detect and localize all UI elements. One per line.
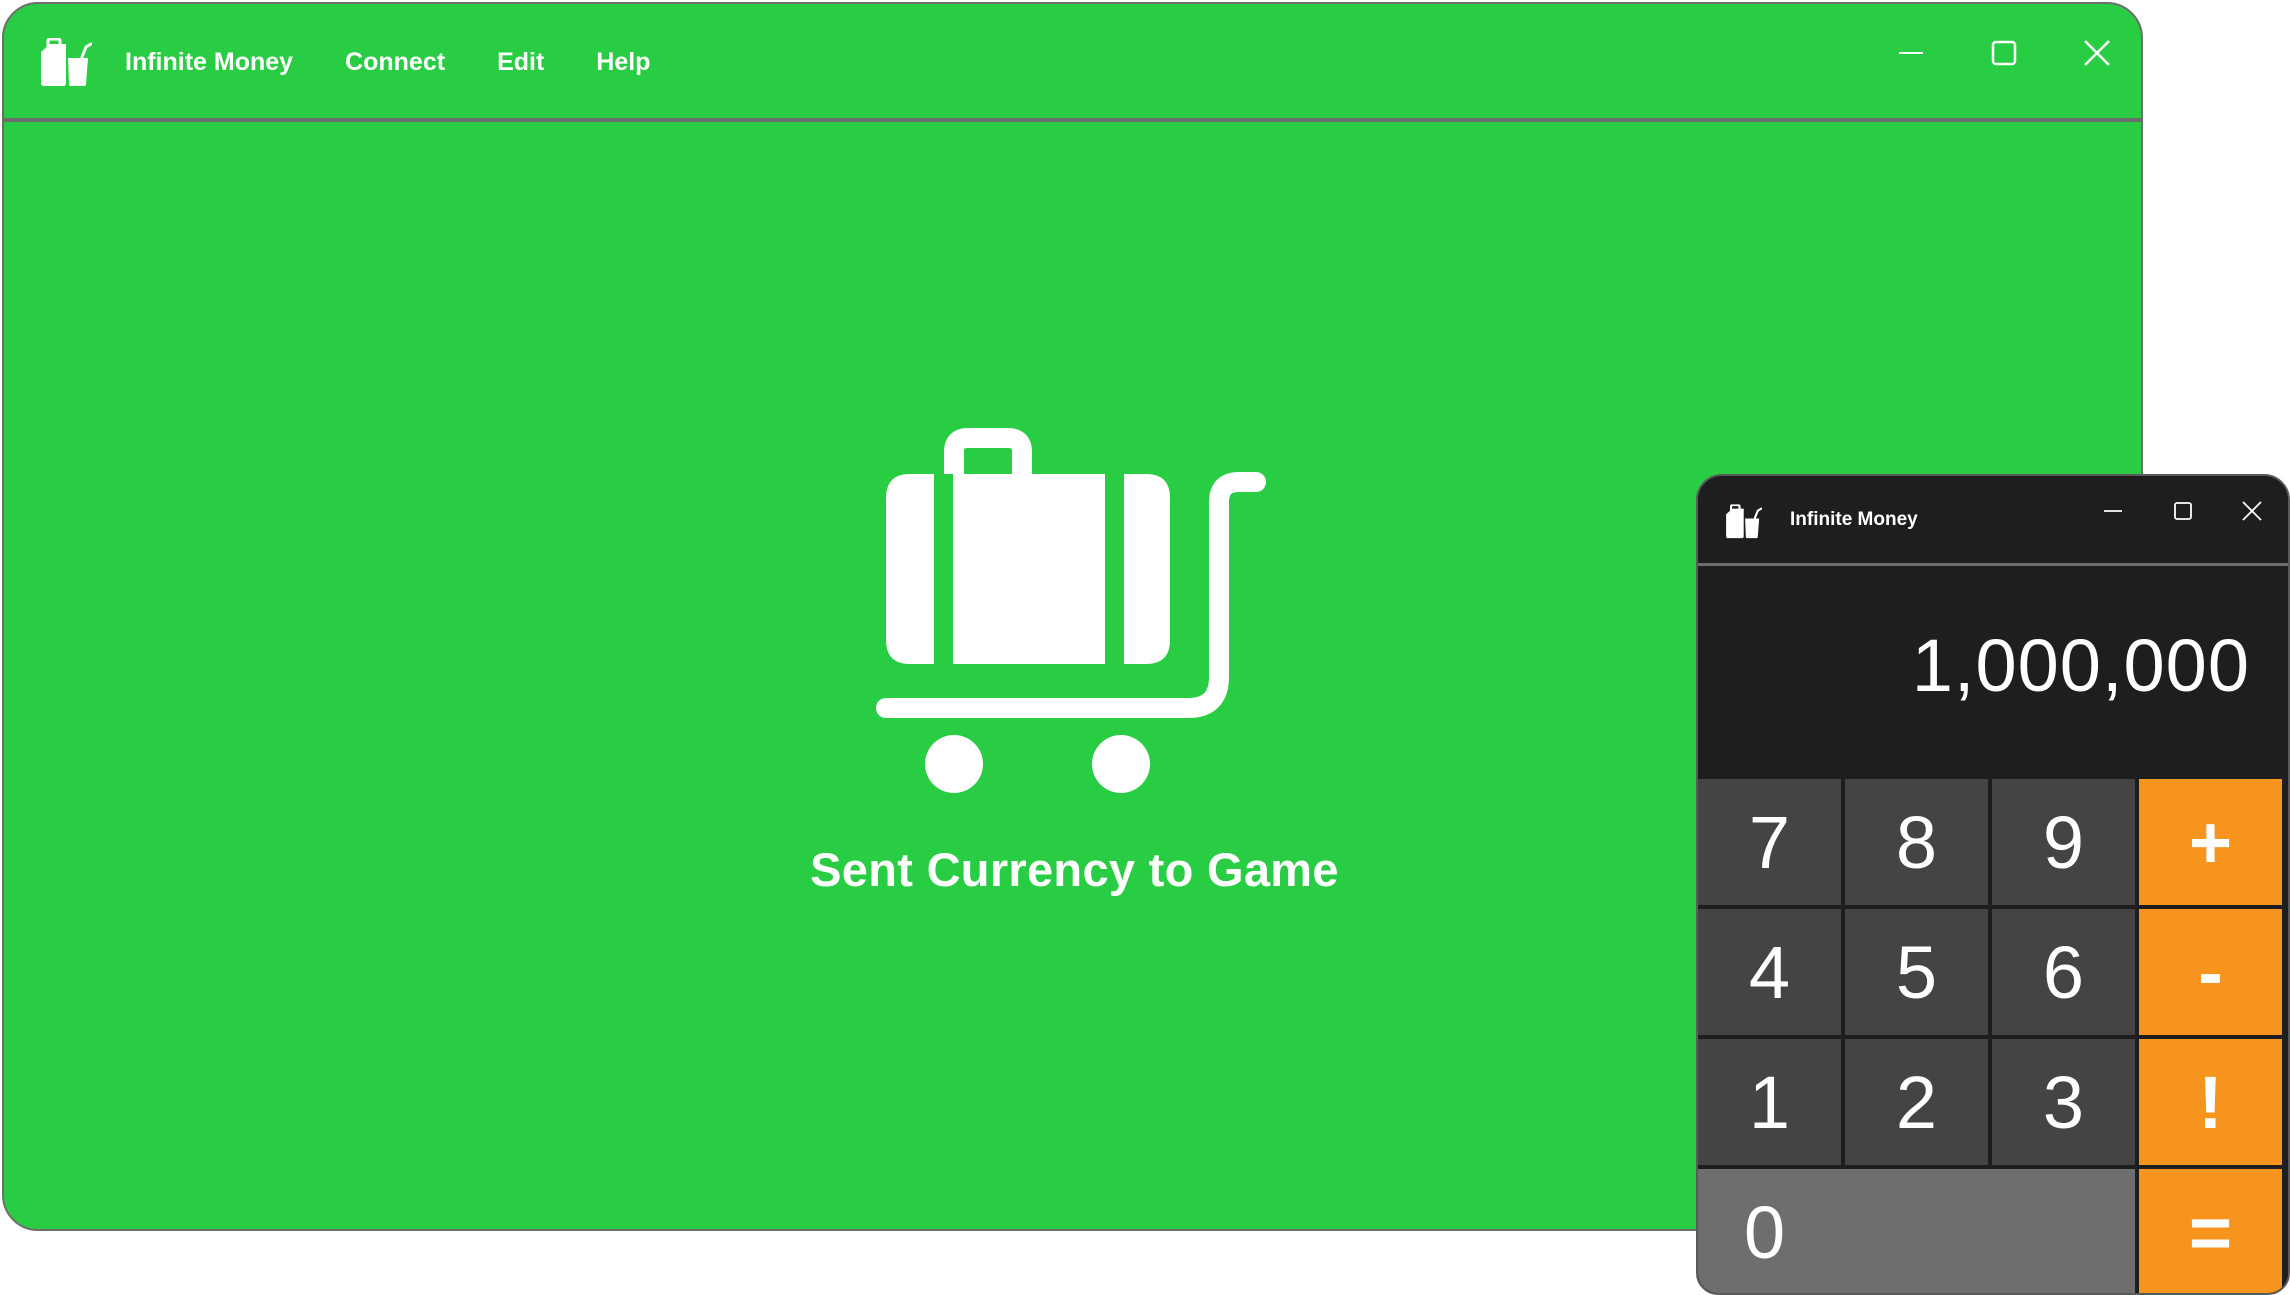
key-exclamation[interactable]: ! [2139, 1039, 2282, 1165]
calculator-display: 1,000,000 [1698, 569, 2288, 729]
key-9[interactable]: 9 [1992, 779, 2135, 905]
menu-help[interactable]: Help [596, 48, 650, 77]
close-icon[interactable] [2082, 38, 2112, 68]
key-minus[interactable]: - [2139, 909, 2282, 1035]
calculator-title: Infinite Money [1790, 509, 1918, 530]
calculator-titlebar: Infinite Money [1698, 476, 2288, 566]
key-1[interactable]: 1 [1698, 1039, 1841, 1165]
maximize-icon[interactable] [1989, 38, 2019, 68]
key-6[interactable]: 6 [1992, 909, 2135, 1035]
key-5[interactable]: 5 [1845, 909, 1988, 1035]
key-2[interactable]: 2 [1845, 1039, 1988, 1165]
shopping-bags-icon [1724, 504, 1762, 540]
maximize-icon[interactable] [2172, 500, 2194, 522]
calculator-window: Infinite Money 1,000,000 7 8 9 + 4 5 6 - [1696, 474, 2290, 1295]
key-0[interactable]: 0 [1698, 1169, 2135, 1293]
key-8[interactable]: 8 [1845, 779, 1988, 905]
menu-connect[interactable]: Connect [345, 48, 445, 77]
luggage-cart-icon [876, 428, 1266, 793]
key-equals[interactable]: = [2139, 1169, 2282, 1293]
menu-bar: Infinite Money Connect Edit Help [125, 48, 702, 77]
menu-app-title[interactable]: Infinite Money [125, 48, 293, 77]
key-3[interactable]: 3 [1992, 1039, 2135, 1165]
key-plus[interactable]: + [2139, 779, 2282, 905]
menu-edit[interactable]: Edit [497, 48, 544, 77]
close-icon[interactable] [2241, 500, 2263, 522]
display-value: 1,000,000 [1911, 624, 2250, 707]
minimize-icon[interactable] [2102, 500, 2124, 522]
minimize-icon[interactable] [1896, 38, 1926, 68]
keypad: 7 8 9 + 4 5 6 - 1 2 3 ! 0 = [1698, 779, 2288, 1293]
key-7[interactable]: 7 [1698, 779, 1841, 905]
shopping-bags-icon [38, 38, 92, 88]
main-titlebar: Infinite Money Connect Edit Help [4, 4, 2141, 122]
key-4[interactable]: 4 [1698, 909, 1841, 1035]
